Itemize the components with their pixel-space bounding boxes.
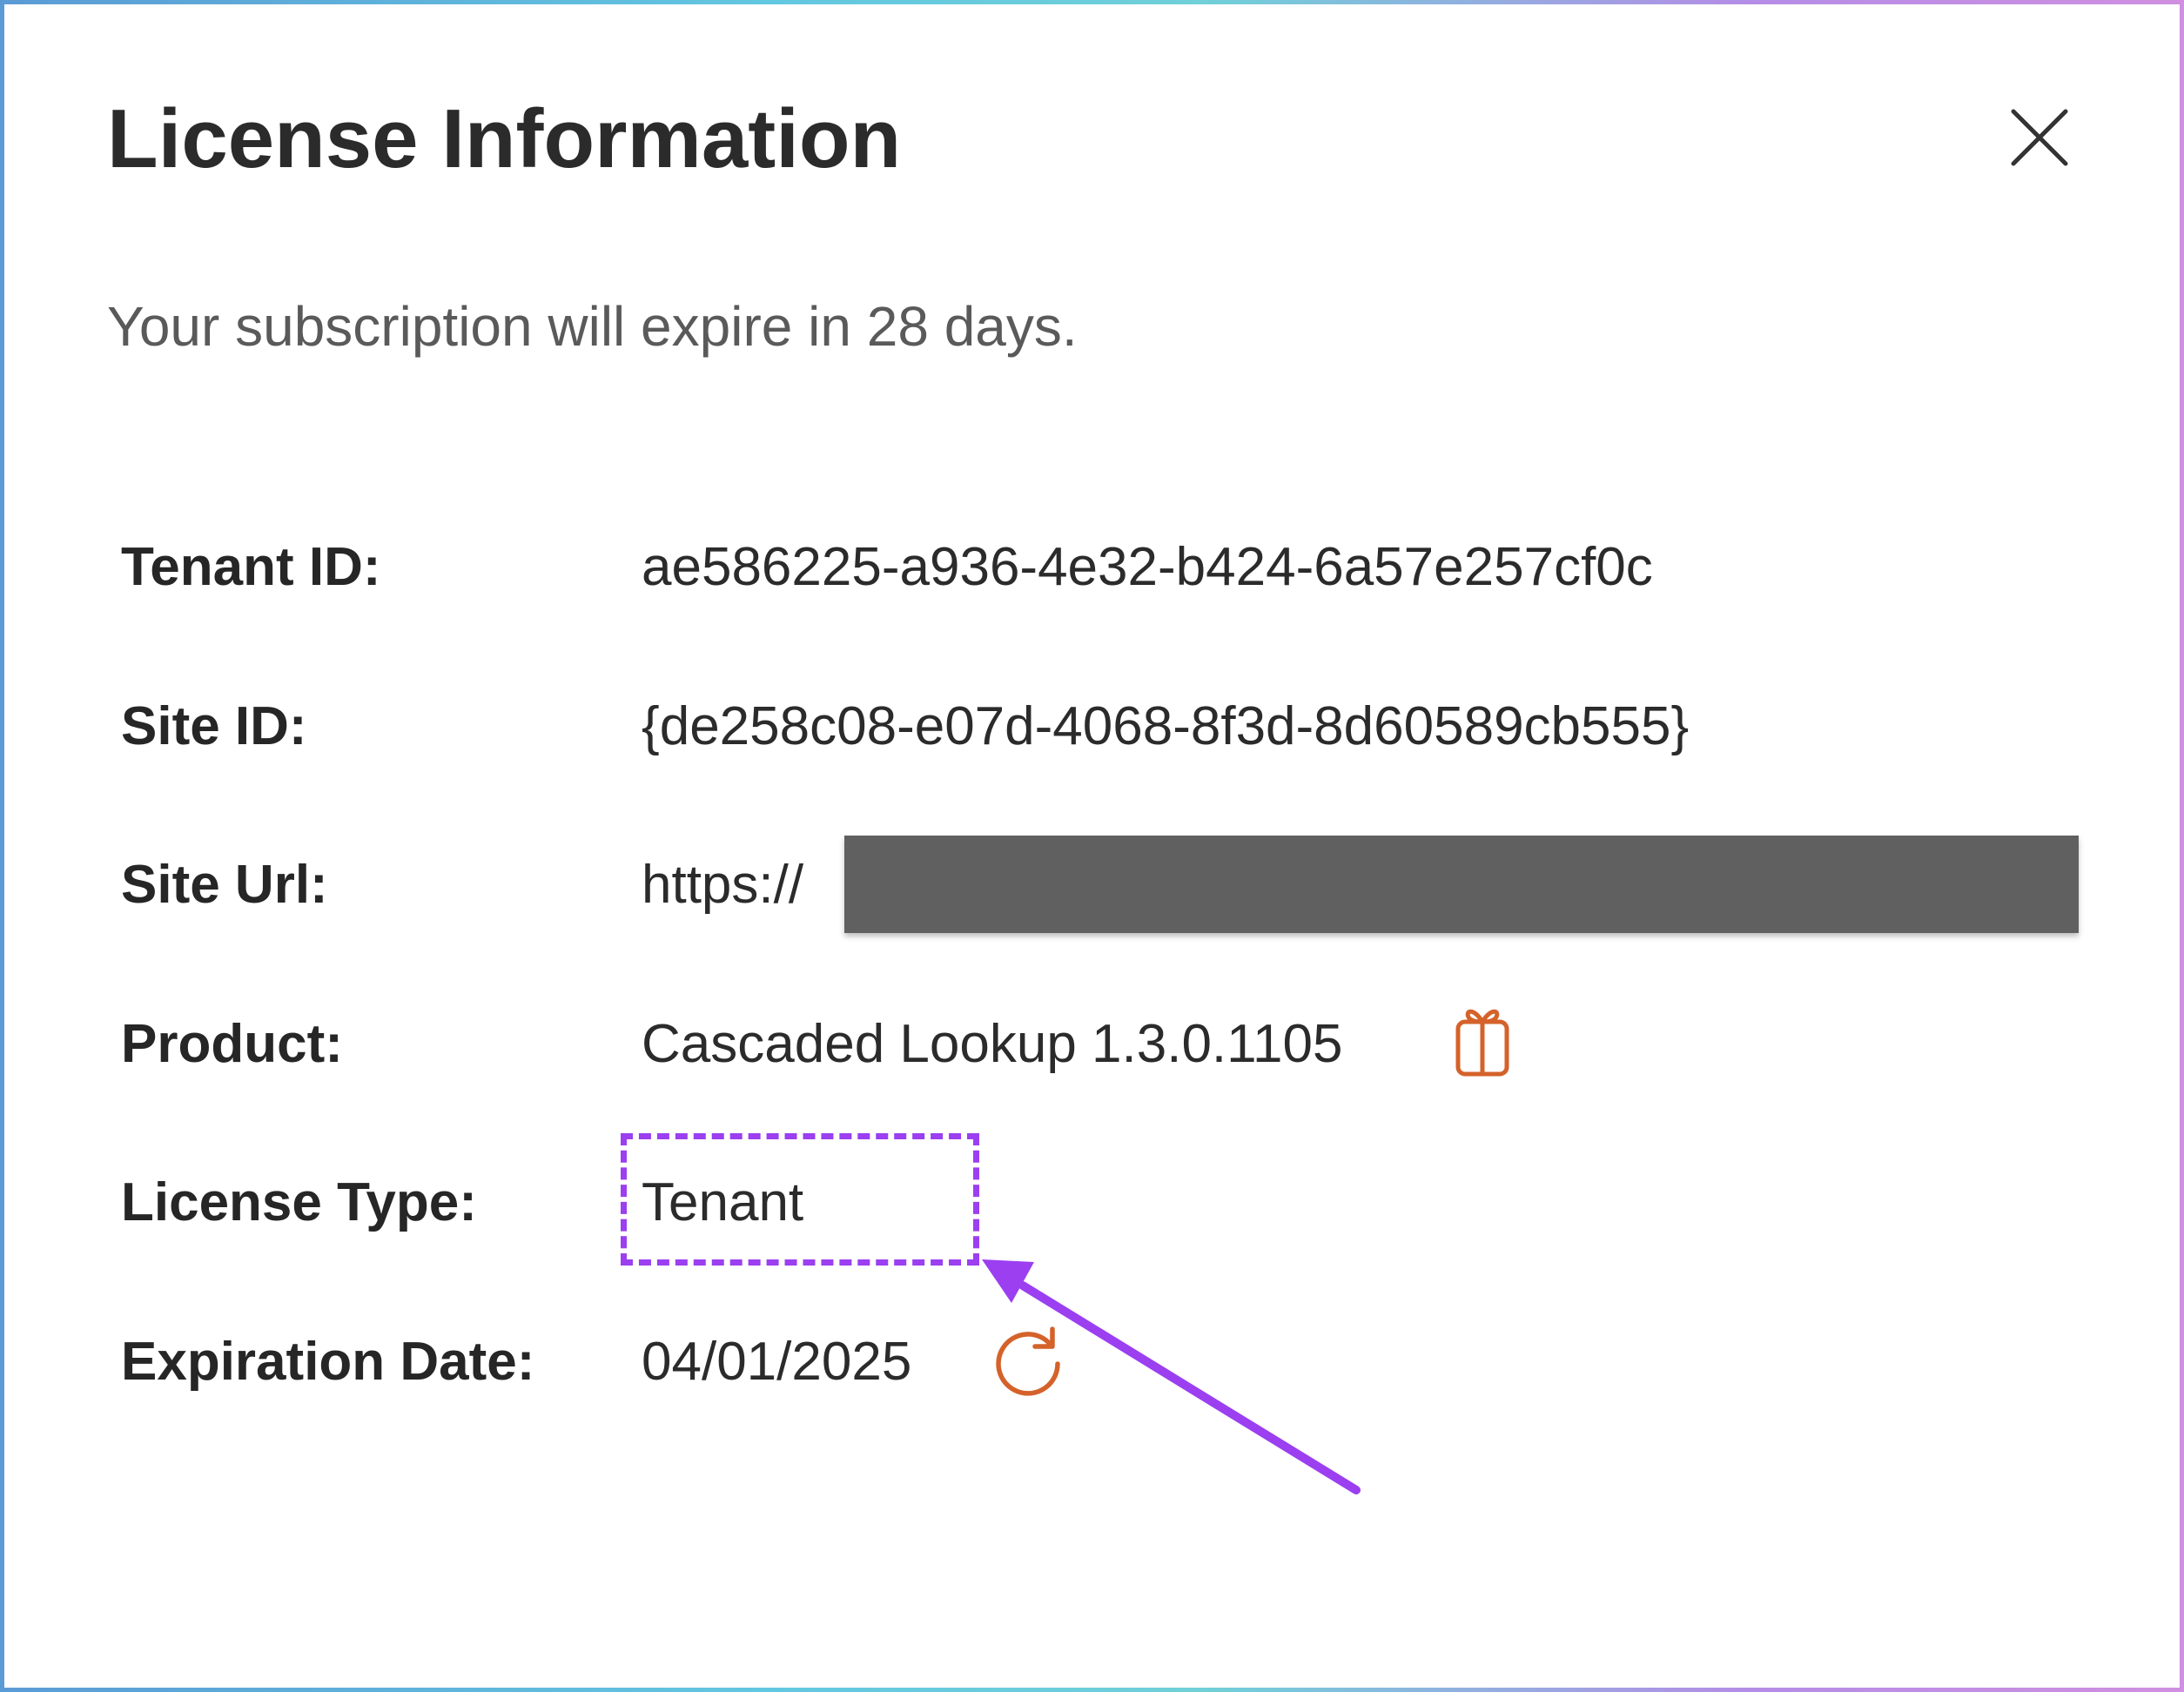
close-icon: [2011, 109, 2068, 166]
tenant-id-value: ae586225-a936-4e32-b424-6a57e257cf0c: [642, 537, 1653, 597]
renew-button[interactable]: [988, 1319, 1068, 1399]
expiry-notice: Your subscription will expire in 28 days…: [107, 295, 1078, 358]
refresh-icon: [996, 1326, 1060, 1396]
expiration-date-label: Expiration Date:: [121, 1332, 535, 1392]
product-value: Cascaded Lookup 1.3.0.1105: [642, 1014, 1343, 1074]
license-type-label: License Type:: [121, 1172, 477, 1232]
tenant-id-label: Tenant ID:: [121, 537, 381, 597]
site-url-value: https://: [642, 855, 804, 915]
product-gift-button[interactable]: [1454, 1003, 1515, 1079]
site-id-value: {de258c08-e07d-4068-8f3d-8d60589cb555}: [642, 696, 1690, 756]
site-id-label: Site ID:: [121, 696, 307, 756]
close-button[interactable]: [2006, 104, 2073, 171]
redacted-url-block: [844, 836, 2079, 933]
expiration-date-value: 04/01/2025: [642, 1332, 912, 1392]
gift-icon: [1455, 1009, 1509, 1077]
product-label: Product:: [121, 1014, 343, 1074]
site-url-label: Site Url:: [121, 855, 328, 915]
dialog-title: License Information: [107, 92, 902, 185]
annotation-highlight-box: [621, 1133, 979, 1266]
